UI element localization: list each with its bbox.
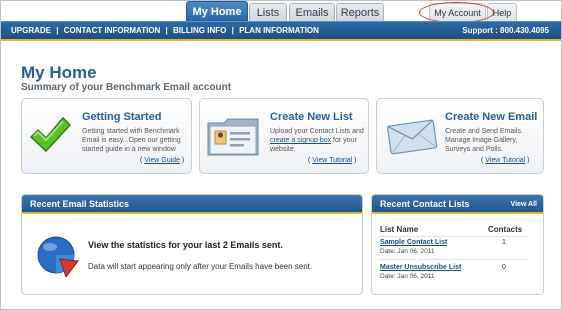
card-description: Upload your Contact Lists and create a s…: [270, 127, 364, 154]
app-frame: My Home Lists Emails Reports My Account …: [0, 0, 562, 310]
recent-email-statistics-panel: Recent Email Statistics View the statist…: [21, 194, 363, 295]
card-description-line: Surveys and Polls.: [445, 146, 503, 153]
page-title: My Home: [21, 63, 97, 82]
contact-list-date: Date: Jan 06, 2011: [380, 273, 435, 280]
col-header-contacts: Contacts: [488, 225, 523, 234]
contact-count: 1: [502, 239, 506, 246]
card-description: Getting started with Benchmark Email is …: [82, 127, 181, 154]
envelope-icon: [385, 117, 439, 160]
card-description-line: Upload your Contact Lists and: [270, 128, 364, 135]
create-list-card[interactable]: Create New List Upload your Contact List…: [199, 98, 369, 174]
view-tutorial-link-wrap: ( View Tutorial ): [481, 157, 530, 164]
getting-started-card[interactable]: Getting Started Getting started with Ben…: [21, 98, 192, 174]
stats-message: View the statistics for your last 2 Emai…: [88, 240, 283, 250]
card-description-line: create a signup box for your: [270, 136, 364, 145]
card-description-line: Manage Image Gallery,: [445, 137, 518, 144]
card-title[interactable]: Create New List: [270, 111, 353, 123]
nav-separator: |: [231, 26, 234, 35]
contact-list-link[interactable]: Sample Contact List: [380, 239, 447, 246]
card-title[interactable]: Create New Email: [445, 111, 537, 123]
paren-close: ): [525, 157, 530, 164]
panel-header: Recent Contact Lists View All: [372, 195, 543, 214]
view-guide-link[interactable]: View Guide: [144, 157, 180, 164]
panel-title: Recent Contact Lists: [380, 199, 470, 209]
contact-list-date: Date: Jan 06, 2011: [380, 248, 435, 255]
tab-lists[interactable]: Lists: [249, 3, 287, 21]
card-description-line: website.: [270, 146, 296, 153]
panel-title: Recent Email Statistics: [30, 199, 130, 209]
nav-separator: |: [56, 26, 59, 35]
card-description-line: Create and Send Emails.: [445, 128, 523, 135]
checkmark-icon: [28, 115, 72, 160]
tab-my-home[interactable]: My Home: [186, 1, 248, 22]
contact-list-link[interactable]: Master Unsubscribe List: [380, 264, 461, 271]
card-description-line: started guide in a new window: [82, 146, 176, 153]
contact-count: 0: [502, 264, 506, 271]
recent-contact-lists-panel: Recent Contact Lists View All List Name …: [371, 194, 544, 295]
nav-link-upgrade[interactable]: UPGRADE: [11, 26, 51, 35]
view-all-link[interactable]: View All: [511, 195, 537, 214]
highlight-circle: [419, 2, 494, 23]
card-description-text: for your: [331, 137, 357, 144]
card-description-line: Email is easy...Open our getting: [82, 137, 181, 144]
nav-link-plan-information[interactable]: PLAN INFORMATION: [239, 26, 319, 35]
tab-reports[interactable]: Reports: [336, 3, 384, 21]
support-phone: Support : 800.430.4095: [462, 26, 549, 35]
nav-link-billing-info[interactable]: BILLING INFO: [173, 26, 226, 35]
page-subtitle: Summary of your Benchmark Email account: [21, 82, 232, 93]
view-tutorial-link[interactable]: View Tutorial: [485, 157, 525, 164]
card-title[interactable]: Getting Started: [82, 111, 161, 123]
card-description: Create and Send Emails. Manage Image Gal…: [445, 127, 523, 154]
paren-close: ): [352, 157, 357, 164]
col-header-list-name: List Name: [380, 225, 419, 234]
nav-link-contact-information[interactable]: CONTACT INFORMATION: [64, 26, 161, 35]
stats-note: Data will start appearing only after you…: [88, 262, 313, 271]
view-guide-link-wrap: ( View Guide ): [140, 157, 184, 164]
top-nav-bar: UPGRADE | CONTACT INFORMATION | BILLING …: [1, 21, 561, 41]
view-tutorial-link[interactable]: View Tutorial: [312, 157, 352, 164]
view-tutorial-link-wrap: ( View Tutorial ): [308, 157, 357, 164]
divider: [378, 236, 528, 237]
pie-chart-icon: [36, 233, 80, 282]
contact-list-icon: [206, 113, 260, 162]
paren-close: ): [179, 157, 185, 164]
tab-strip: My Home Lists Emails Reports My Account …: [1, 1, 561, 23]
panel-header: Recent Email Statistics: [22, 195, 362, 214]
create-email-card[interactable]: Create New Email Create and Send Emails.…: [376, 98, 544, 174]
divider: [378, 259, 528, 260]
tab-emails[interactable]: Emails: [289, 3, 335, 21]
card-description-line: Getting started with Benchmark: [82, 128, 180, 135]
signup-box-link[interactable]: create a signup box: [270, 137, 331, 144]
account-links: UPGRADE | CONTACT INFORMATION | BILLING …: [11, 22, 319, 40]
nav-separator: |: [165, 26, 168, 35]
